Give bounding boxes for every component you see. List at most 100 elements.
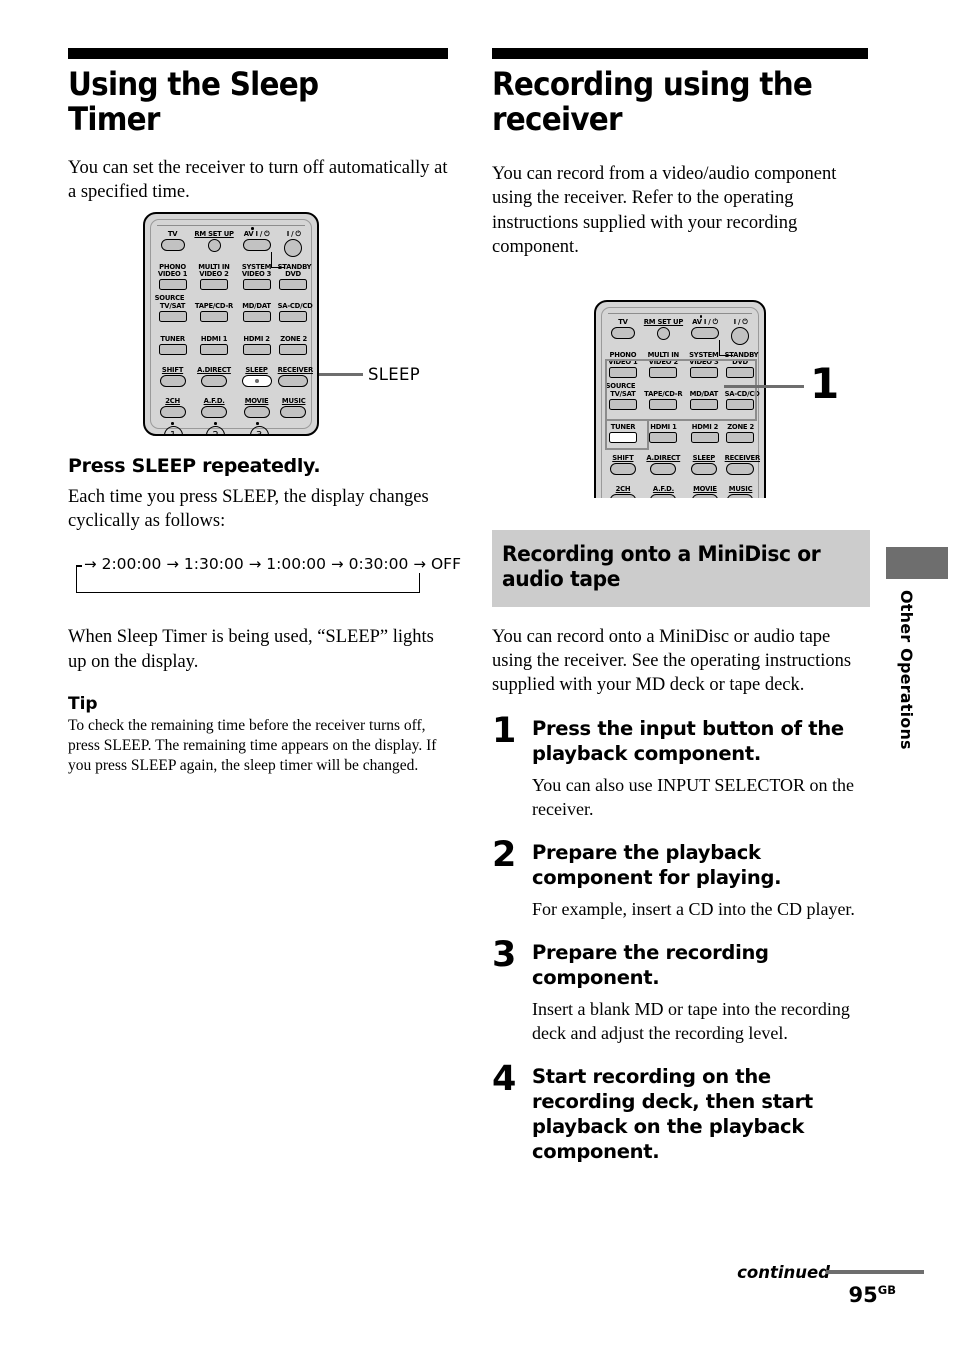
remote-dot-3 bbox=[256, 422, 259, 425]
remote-key-label-receiver: RECEIVER bbox=[277, 365, 314, 374]
remote2-key-label-sleep: SLEEP bbox=[692, 453, 716, 462]
remote2-key-av-power[interactable] bbox=[690, 326, 719, 339]
page-number: 95GB bbox=[849, 1283, 896, 1307]
remote-key-hdmi2[interactable] bbox=[243, 343, 271, 355]
side-tab-block bbox=[886, 547, 948, 579]
tip-heading: Tip bbox=[68, 693, 98, 714]
step-title-3: Prepare the recording component. bbox=[532, 941, 769, 990]
remote-key-label-standby-dvd: STANDBY DVD bbox=[277, 262, 312, 279]
remote2-key-label-standby-dvd: STANDBY DVD bbox=[724, 350, 759, 367]
remote2-key-tape-cdr[interactable] bbox=[649, 398, 678, 410]
remote-crop-mask bbox=[141, 436, 323, 456]
remote2-key-label-phono-video1: PHONO VIDEO 1 bbox=[608, 350, 638, 367]
remote2-key-md-dat[interactable] bbox=[690, 398, 719, 410]
step-title-1: Press the input button of the playback c… bbox=[532, 717, 844, 766]
cycle-value-1: 1:30:00 bbox=[183, 555, 244, 574]
remote-key-label-rm-set-up: RM SET UP bbox=[194, 229, 235, 238]
remote-key-a-direct[interactable] bbox=[201, 374, 228, 387]
remote2-key-tv[interactable] bbox=[611, 326, 635, 339]
remote2-key-label-multi-in-video2: MULTI IN VIDEO 2 bbox=[647, 350, 679, 367]
cycle-arrow-3: → bbox=[413, 554, 426, 573]
remote-key-tv[interactable] bbox=[160, 238, 185, 251]
cycle-value-4: OFF bbox=[430, 555, 461, 574]
remote-key-label-sa-cd: SA-CD/CD bbox=[277, 301, 313, 310]
remote-key-av-power[interactable] bbox=[243, 238, 271, 251]
section-heading-recording-md: Recording onto a MiniDisc or audio tape bbox=[502, 542, 821, 593]
remote2-key-standby-dvd[interactable] bbox=[725, 367, 754, 379]
remote2-key-zone2[interactable] bbox=[726, 431, 755, 443]
remote-key-sa-cd[interactable] bbox=[279, 310, 308, 322]
remote2-key-label-shift: SHIFT bbox=[612, 453, 634, 462]
remote-key-phono-video1[interactable] bbox=[158, 279, 187, 291]
remote2-key-hdmi2[interactable] bbox=[690, 431, 719, 443]
remote-key-zone2[interactable] bbox=[279, 343, 308, 355]
remote-key-hdmi1[interactable] bbox=[200, 343, 229, 355]
remote-key-tuner[interactable] bbox=[158, 343, 187, 355]
remote2-key-label-music: MUSIC bbox=[728, 484, 753, 493]
callout-leader-sleep bbox=[319, 373, 363, 376]
remote2-key-system-video3[interactable] bbox=[690, 367, 719, 379]
remote2-key-label-system-video3: SYSTEM VIDEO 3 bbox=[689, 350, 719, 367]
footer-rule bbox=[826, 1270, 924, 1274]
recording-intro: You can record from a video/audio compon… bbox=[492, 164, 837, 257]
remote2-key-afd[interactable] bbox=[650, 493, 677, 498]
continued-label: continued bbox=[737, 1263, 830, 1282]
remote-key-main-power[interactable] bbox=[284, 238, 303, 257]
remote2-key-a-direct[interactable] bbox=[650, 462, 677, 475]
cycle-value-3: 0:30:00 bbox=[348, 555, 409, 574]
remote-dot-1 bbox=[171, 422, 174, 425]
remote-key-tv-sat[interactable] bbox=[158, 310, 187, 322]
remote2-key-label-tuner: TUNER bbox=[610, 422, 636, 431]
remote-key-md-dat[interactable] bbox=[242, 310, 271, 322]
remote-key-standby-dvd[interactable] bbox=[279, 279, 308, 291]
page-title-sleep-timer: Using the Sleep Timer bbox=[68, 65, 319, 138]
remote-key-label-tape-cdr: TAPE/CD-R bbox=[194, 301, 234, 310]
section-intro: You can record onto a MiniDisc or audio … bbox=[492, 626, 852, 696]
cycle-value-2: 1:00:00 bbox=[266, 555, 327, 574]
remote2-key-sa-cd[interactable] bbox=[725, 398, 754, 410]
page-number-value: 95 bbox=[848, 1283, 878, 1307]
remote2-key-label-a-direct: A.DIRECT bbox=[646, 453, 680, 462]
remote-key-afd[interactable] bbox=[201, 405, 228, 418]
remote-key-2ch[interactable] bbox=[159, 405, 186, 418]
step-number-2: 2 bbox=[492, 835, 517, 876]
remote2-key-shift[interactable] bbox=[609, 462, 636, 475]
remote-key-system-video3[interactable] bbox=[242, 279, 271, 291]
remote-key-movie[interactable] bbox=[244, 405, 270, 418]
right-column: Recording using the receiver You can rec… bbox=[492, 48, 870, 259]
remote2-key-sleep[interactable] bbox=[691, 462, 718, 475]
remote2-key-rm-set-up[interactable] bbox=[656, 326, 670, 340]
remote2-key-music[interactable] bbox=[727, 493, 754, 498]
remote2-key-2ch[interactable] bbox=[610, 493, 636, 498]
remote2-key-label-tv: TV bbox=[618, 317, 628, 326]
remote2-key-label-hdmi2: HDMI 2 bbox=[691, 422, 719, 431]
remote2-key-label-2ch: 2CH bbox=[615, 484, 631, 493]
remote-key-tape-cdr[interactable] bbox=[200, 310, 229, 322]
remote-key-label-shift: SHIFT bbox=[161, 365, 184, 374]
remote-key-label-md-dat: MD/DAT bbox=[242, 301, 271, 310]
remote-key-sleep[interactable] bbox=[241, 374, 272, 387]
chapter-rule-right bbox=[492, 48, 868, 59]
remote2-key-main-power[interactable] bbox=[731, 326, 750, 345]
remote2-key-phono-video1[interactable] bbox=[608, 367, 637, 379]
document-page: Using the Sleep Timer You can set the re… bbox=[0, 0, 954, 1352]
remote-key-label-afd: A.F.D. bbox=[203, 396, 225, 405]
remote-key-sleep-marker bbox=[254, 378, 259, 383]
remote2-key-receiver[interactable] bbox=[725, 462, 754, 475]
remote2-key-movie[interactable] bbox=[691, 493, 718, 498]
remote2-key-hdmi1[interactable] bbox=[649, 431, 678, 443]
cycle-arrow-in: → bbox=[84, 554, 97, 573]
remote-key-music[interactable] bbox=[280, 405, 307, 418]
remote-key-rm-set-up[interactable] bbox=[207, 238, 221, 252]
remote2-key-label-rm-set-up: RM SET UP bbox=[643, 317, 684, 326]
remote2-key-tv-sat[interactable] bbox=[608, 398, 637, 410]
remote-key-shift[interactable] bbox=[159, 374, 186, 387]
chapter-rule-left bbox=[68, 48, 448, 59]
remote2-key-label-hdmi1: HDMI 1 bbox=[650, 422, 677, 431]
step-desc-3: Insert a blank MD or tape into the recor… bbox=[532, 999, 850, 1043]
remote-key-multi-in-video2[interactable] bbox=[200, 279, 229, 291]
remote2-key-tuner[interactable] bbox=[609, 431, 637, 443]
remote2-key-multi-in-video2[interactable] bbox=[649, 367, 678, 379]
remote-key-receiver[interactable] bbox=[278, 374, 309, 387]
remote-key-label-music: MUSIC bbox=[281, 396, 306, 405]
